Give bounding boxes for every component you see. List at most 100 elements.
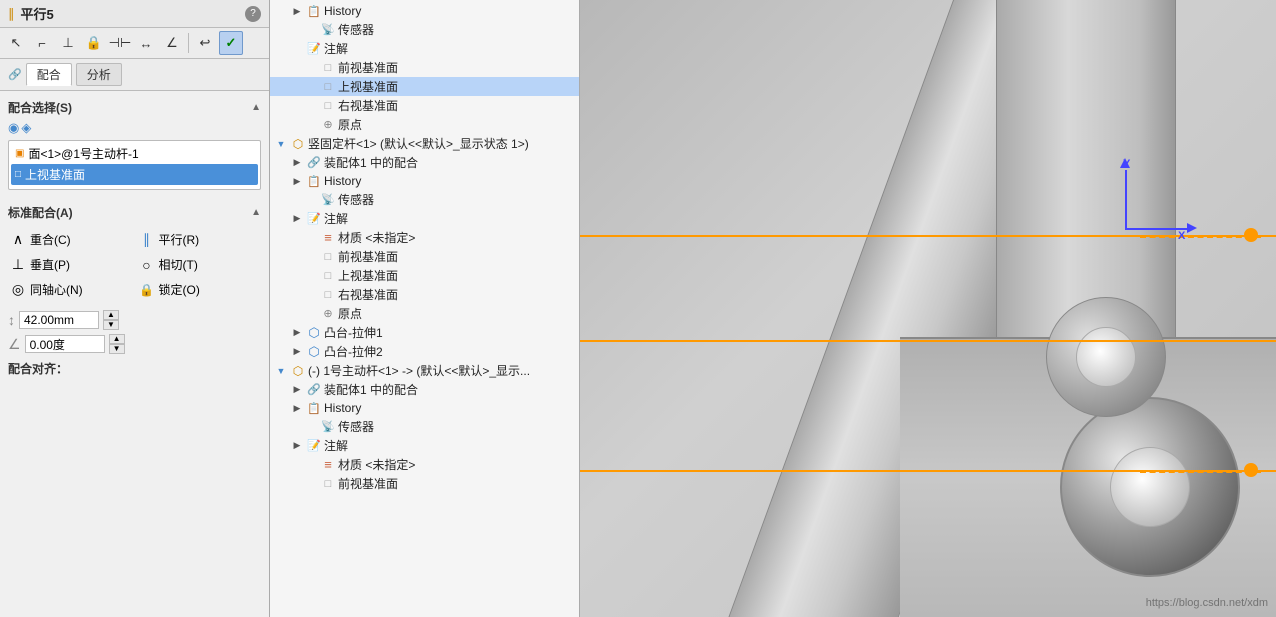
- material2-icon: ≡: [320, 457, 336, 473]
- mate-lock[interactable]: 🔒 锁定(O): [137, 279, 262, 300]
- undo-btn[interactable]: ↩: [193, 31, 217, 55]
- tree-item-topplane[interactable]: □ 上视基准面: [270, 77, 579, 96]
- front1-label: 前视基准面: [338, 248, 398, 265]
- mates1-icon: 🔗: [306, 155, 322, 171]
- panel-title: 平行5: [21, 4, 54, 23]
- top1-icon: □: [320, 268, 336, 284]
- tree-item-front2[interactable]: □ 前视基准面: [270, 474, 579, 493]
- sel-item-2-label: 上视基准面: [25, 166, 85, 183]
- viewport[interactable]: https://blog.csdn.net/xdm Y X: [580, 0, 1276, 617]
- angle-spin-up[interactable]: ▲: [109, 334, 125, 344]
- origin1-label: 原点: [338, 305, 362, 322]
- sym-btn[interactable]: ⊣⊢: [108, 31, 132, 55]
- tree-item-mates1[interactable]: ▶ 🔗 装配体1 中的配合: [270, 153, 579, 172]
- tangent-icon: ○: [139, 257, 155, 273]
- angle-spinner[interactable]: ▲ ▼: [109, 334, 125, 354]
- mate-selection-section: 配合选择(S) ▲ ◉ ◈ ▣ 面<1>@1号主动杆-1 □ 上视基准面: [0, 91, 269, 196]
- mate-tangent[interactable]: ○ 相切(T): [137, 254, 262, 275]
- tab-analyze[interactable]: 分析: [76, 63, 122, 86]
- tangent-label: 相切(T): [159, 256, 198, 273]
- tree-item-origin1[interactable]: ⊕ 原点: [270, 304, 579, 323]
- coincident-icon: ∧: [10, 232, 26, 248]
- sensor-top-label: 传感器: [338, 21, 374, 38]
- arrow-assembly2: ▼: [274, 366, 288, 376]
- origin1-icon: ⊕: [320, 306, 336, 322]
- material1-label: 材质 <未指定>: [338, 229, 415, 246]
- history-icon-top: 📋: [306, 3, 322, 19]
- extrude1-label: 凸台-拉伸1: [324, 324, 383, 341]
- guide-dot2: [1244, 463, 1258, 477]
- rightplane-label: 右视基准面: [338, 97, 398, 114]
- tree-item-annot1[interactable]: ▶ 📝 注解: [270, 209, 579, 228]
- tree-item-top1[interactable]: □ 上视基准面: [270, 266, 579, 285]
- mate-coincident[interactable]: ∧ 重合(C): [8, 229, 133, 250]
- arrow-mates2: ▶: [290, 384, 304, 395]
- tree-item-sensor2[interactable]: 📡 传感器: [270, 417, 579, 436]
- face-icon: ▣: [15, 148, 24, 159]
- tree-item-rightplane[interactable]: □ 右视基准面: [270, 96, 579, 115]
- collapse-std-btn[interactable]: ▲: [251, 207, 261, 218]
- material1-icon: ≡: [320, 230, 336, 246]
- plane-icon-2: □: [15, 169, 21, 180]
- tree-item-material1[interactable]: ≡ 材质 <未指定>: [270, 228, 579, 247]
- align-label: 配合对齐：: [8, 360, 261, 377]
- sel-item-1[interactable]: ▣ 面<1>@1号主动杆-1: [11, 143, 258, 164]
- tab-mate[interactable]: 配合: [26, 63, 72, 86]
- mate-selection-header: 配合选择(S) ▲: [8, 95, 261, 120]
- tree-item-frontplane[interactable]: □ 前视基准面: [270, 58, 579, 77]
- lock-label: 锁定(O): [159, 281, 200, 298]
- mate-selection-title: 配合选择(S): [8, 99, 72, 116]
- spin-up[interactable]: ▲: [103, 310, 119, 320]
- right1-label: 右视基准面: [338, 286, 398, 303]
- collapse-mate-btn[interactable]: ▲: [251, 102, 261, 113]
- tree-item-assembly1[interactable]: ▼ ⬡ 竖固定杆<1> (默认<<默认>_显示状态 1>): [270, 134, 579, 153]
- tree-item-extrude1[interactable]: ▶ ⬡ 凸台-拉伸1: [270, 323, 579, 342]
- line-btn[interactable]: ⌐: [30, 31, 54, 55]
- arrow-annot1: ▶: [290, 213, 304, 224]
- spin-down[interactable]: ▼: [103, 320, 119, 330]
- selection-box[interactable]: ▣ 面<1>@1号主动杆-1 □ 上视基准面: [8, 140, 261, 190]
- tree-item-assembly2[interactable]: ▼ ⬡ (-) 1号主动杆<1> -> (默认<<默认>_显示...: [270, 361, 579, 380]
- history1-label: History: [324, 174, 361, 188]
- rightplane-icon: □: [320, 98, 336, 114]
- perp-icon: ⊥: [10, 257, 26, 273]
- perp-btn[interactable]: ⊥: [56, 31, 80, 55]
- tree-item-history1[interactable]: ▶ 📋 History: [270, 172, 579, 190]
- mate-concentric[interactable]: ◎ 同轴心(N): [8, 279, 133, 300]
- tree-item-right1[interactable]: □ 右视基准面: [270, 285, 579, 304]
- top1-label: 上视基准面: [338, 267, 398, 284]
- sel-item-2[interactable]: □ 上视基准面: [11, 164, 258, 185]
- lock-btn[interactable]: 🔒: [82, 31, 106, 55]
- mate-parallel[interactable]: ∥ 平行(R): [137, 229, 262, 250]
- tree-item-material2[interactable]: ≡ 材质 <未指定>: [270, 455, 579, 474]
- tree-item-history-top[interactable]: ▶ 📋 History: [270, 2, 579, 20]
- angle-input[interactable]: [25, 335, 105, 353]
- confirm-btn[interactable]: ✓: [219, 31, 243, 55]
- coincident-label: 重合(C): [30, 231, 71, 248]
- distance-input[interactable]: [19, 311, 99, 329]
- cursor-btn[interactable]: ↖: [4, 31, 28, 55]
- angle-btn[interactable]: ∠: [160, 31, 184, 55]
- sensor2-icon: 📡: [320, 419, 336, 435]
- mate-perpendicular[interactable]: ⊥ 垂直(P): [8, 254, 133, 275]
- arrow-mates1: ▶: [290, 157, 304, 168]
- tree-item-front1[interactable]: □ 前视基准面: [270, 247, 579, 266]
- help-button[interactable]: ?: [245, 6, 261, 22]
- tree-item-history2[interactable]: ▶ 📋 History: [270, 399, 579, 417]
- mates1-label: 装配体1 中的配合: [324, 154, 418, 171]
- tree-item-annot-top[interactable]: 📝 注解: [270, 39, 579, 58]
- tree-panel[interactable]: ▶ 📋 History 📡 传感器 📝 注解 □ 前视基准面 □ 上视基准面 □: [270, 0, 580, 617]
- history-top-label: History: [324, 4, 361, 18]
- distance-spinner[interactable]: ▲ ▼: [103, 310, 119, 330]
- tree-item-extrude2[interactable]: ▶ ⬡ 凸台-拉伸2: [270, 342, 579, 361]
- flip-btn[interactable]: ↔: [134, 31, 158, 55]
- tree-item-origin[interactable]: ⊕ 原点: [270, 115, 579, 134]
- angle-spin-down[interactable]: ▼: [109, 344, 125, 354]
- frontplane-icon: □: [320, 60, 336, 76]
- tree-item-sensor1[interactable]: 📡 传感器: [270, 190, 579, 209]
- mate-icon: 🔗: [8, 68, 22, 81]
- assembly2-label: (-) 1号主动杆<1> -> (默认<<默认>_显示...: [308, 362, 530, 379]
- tree-item-annot2[interactable]: ▶ 📝 注解: [270, 436, 579, 455]
- tree-item-mates2[interactable]: ▶ 🔗 装配体1 中的配合: [270, 380, 579, 399]
- tree-item-sensor-top[interactable]: 📡 传感器: [270, 20, 579, 39]
